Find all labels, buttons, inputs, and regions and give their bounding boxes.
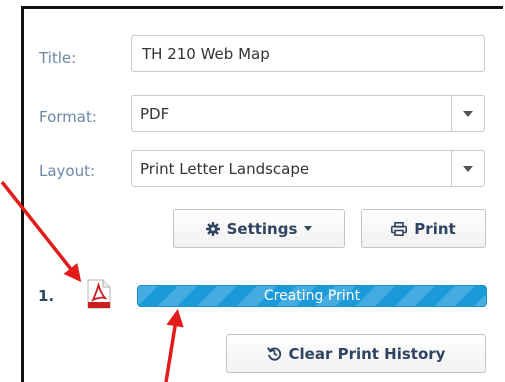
annotation-arrows <box>0 180 184 382</box>
annotation-arrow-to-pdf-icon <box>0 180 82 283</box>
annotation-arrow-to-progress-bar <box>164 308 184 382</box>
